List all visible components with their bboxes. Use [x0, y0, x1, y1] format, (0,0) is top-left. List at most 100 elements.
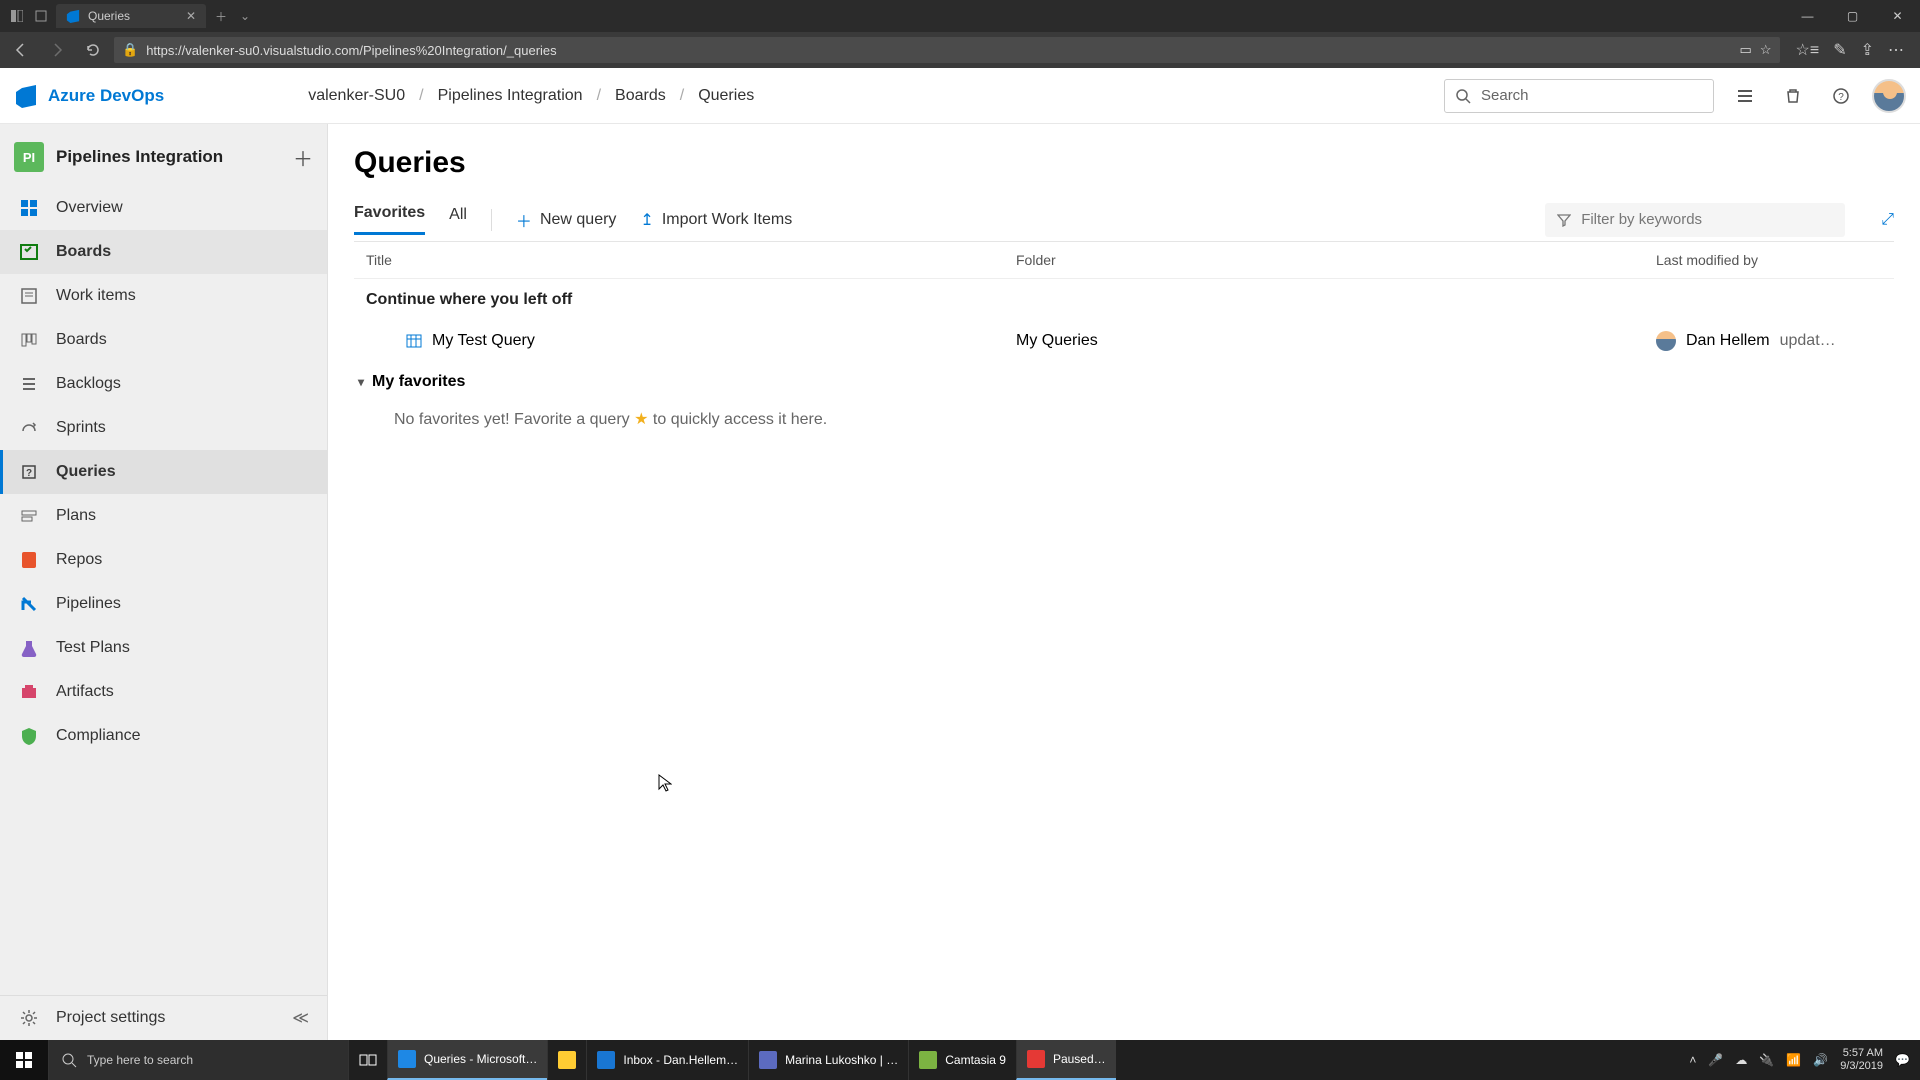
taskbar-app[interactable]: Inbox - Dan.Hellem… [586, 1040, 748, 1080]
nav-repos[interactable]: Repos [0, 538, 327, 582]
favorites-label: My favorites [372, 373, 465, 391]
column-folder[interactable]: Folder [1016, 252, 1656, 268]
reading-view-icon[interactable]: ▭ [1740, 42, 1752, 58]
compliance-icon [18, 725, 40, 747]
modified-suffix: updat… [1780, 332, 1836, 350]
breadcrumb-item[interactable]: valenker-SU0 [308, 87, 405, 105]
taskbar-app-label: Paused… [1053, 1052, 1106, 1066]
project-name[interactable]: Pipelines Integration [56, 147, 281, 167]
more-icon[interactable]: ⋯ [1888, 40, 1904, 60]
tray-mic-icon[interactable]: 🎤 [1708, 1053, 1723, 1067]
nav-test-plans[interactable]: Test Plans [0, 626, 327, 670]
nav-label: Artifacts [56, 683, 114, 701]
user-avatar[interactable] [1872, 79, 1906, 113]
sidebar-toggle-icon[interactable] [8, 7, 26, 25]
nav-boards-sub[interactable]: Boards [0, 318, 327, 362]
sidebar: PI Pipelines Integration ＋ Overview Boar… [0, 124, 328, 1040]
filter-input[interactable]: Filter by keywords [1545, 203, 1845, 237]
taskbar-app-label: Marina Lukoshko | … [785, 1053, 898, 1067]
taskbar-app[interactable]: Marina Lukoshko | … [748, 1040, 908, 1080]
import-work-items-button[interactable]: ↥ Import Work Items [640, 210, 792, 230]
notifications-icon[interactable]: 💬 [1895, 1053, 1910, 1067]
notes-icon[interactable]: ✎ [1833, 40, 1846, 60]
start-button[interactable] [0, 1040, 48, 1080]
tray-volume-icon[interactable]: 🔊 [1813, 1053, 1828, 1067]
new-tab-icon[interactable]: ＋ [212, 7, 230, 25]
breadcrumb-item[interactable]: Queries [698, 87, 754, 105]
query-row[interactable]: My Test Query My Queries Dan Hellem upda… [354, 321, 1894, 361]
tray-onedrive-icon[interactable]: ☁ [1735, 1053, 1747, 1067]
marketplace-icon[interactable] [1776, 79, 1810, 113]
clock-time: 5:57 AM [1840, 1047, 1883, 1060]
search-icon [61, 1052, 77, 1068]
taskbar-app[interactable]: Queries - Microsoft… [387, 1040, 547, 1080]
camtasia-icon [919, 1051, 937, 1069]
favorites-list-icon[interactable]: ☆≡ [1796, 40, 1820, 60]
search-icon [1455, 88, 1471, 104]
favorites-group[interactable]: ▾ My favorites [354, 361, 1894, 403]
collapse-sidebar-button[interactable]: ≪ [274, 1008, 327, 1028]
page-title: Queries [354, 146, 1894, 180]
taskbar-app[interactable]: Paused… [1016, 1040, 1116, 1080]
global-search-input[interactable]: Search [1444, 79, 1714, 113]
plus-icon: ＋ [516, 208, 532, 232]
plans-icon [18, 505, 40, 527]
fullscreen-button[interactable]: ⤢ [1881, 211, 1894, 229]
work-items-icon[interactable] [1728, 79, 1762, 113]
tab-menu-icon[interactable]: ⌄ [236, 7, 254, 25]
nav-backlogs[interactable]: Backlogs [0, 362, 327, 406]
favorite-icon[interactable]: ☆ [1760, 42, 1772, 58]
refresh-button[interactable] [78, 35, 108, 65]
share-icon[interactable]: ⇪ [1861, 40, 1874, 60]
url-text: https://valenker-su0.visualstudio.com/Pi… [146, 43, 556, 58]
tray-power-icon[interactable]: 🔌 [1759, 1053, 1774, 1067]
column-modified-by[interactable]: Last modified by [1656, 252, 1882, 268]
browser-addressbar: 🔒 https://valenker-su0.visualstudio.com/… [0, 32, 1920, 68]
task-view-button[interactable] [348, 1040, 387, 1080]
tabs-icon[interactable] [32, 7, 50, 25]
url-input[interactable]: 🔒 https://valenker-su0.visualstudio.com/… [114, 37, 1780, 63]
forward-button[interactable] [42, 35, 72, 65]
nav-sprints[interactable]: Sprints [0, 406, 327, 450]
nav-label: Compliance [56, 727, 140, 745]
nav-plans[interactable]: Plans [0, 494, 327, 538]
nav-work-items[interactable]: Work items [0, 274, 327, 318]
add-project-button[interactable]: ＋ [293, 143, 313, 172]
repos-icon [18, 549, 40, 571]
action-label: New query [540, 211, 616, 229]
product-logo[interactable]: Azure DevOps [14, 84, 164, 108]
nav-boards[interactable]: Boards [0, 230, 327, 274]
tab-favorites[interactable]: Favorites [354, 204, 425, 235]
tray-wifi-icon[interactable]: 📶 [1786, 1053, 1801, 1067]
taskbar-app[interactable] [547, 1040, 586, 1080]
nav-project-settings[interactable]: Project settings [0, 996, 274, 1040]
new-query-button[interactable]: ＋ New query [516, 208, 617, 232]
nav-overview[interactable]: Overview [0, 186, 327, 230]
maximize-button[interactable]: ▢ [1830, 0, 1875, 32]
breadcrumb-item[interactable]: Pipelines Integration [438, 87, 583, 105]
nav-artifacts[interactable]: Artifacts [0, 670, 327, 714]
edge-icon [398, 1050, 416, 1068]
browser-tab[interactable]: Queries ✕ [56, 4, 206, 28]
taskbar-search[interactable]: Type here to search [48, 1040, 348, 1080]
nav-queries[interactable]: ? Queries [0, 450, 327, 494]
column-title[interactable]: Title [366, 252, 1016, 268]
taskbar-clock[interactable]: 5:57 AM 9/3/2019 [1840, 1047, 1883, 1073]
recorder-icon [1027, 1050, 1045, 1068]
gear-icon [18, 1007, 40, 1029]
close-window-button[interactable]: ✕ [1875, 0, 1920, 32]
breadcrumb-item[interactable]: Boards [615, 87, 666, 105]
taskbar-app[interactable]: Camtasia 9 [908, 1040, 1016, 1080]
minimize-button[interactable]: — [1785, 0, 1830, 32]
outlook-icon [597, 1051, 615, 1069]
query-icon [406, 333, 422, 349]
help-icon[interactable]: ? [1824, 79, 1858, 113]
nav-pipelines[interactable]: Pipelines [0, 582, 327, 626]
tray-chevron-icon[interactable]: ˄ [1689, 1053, 1696, 1067]
system-tray[interactable]: ˄ 🎤 ☁ 🔌 📶 🔊 5:57 AM 9/3/2019 💬 [1679, 1047, 1920, 1073]
explorer-icon [558, 1051, 576, 1069]
nav-compliance[interactable]: Compliance [0, 714, 327, 758]
close-tab-icon[interactable]: ✕ [186, 9, 196, 23]
back-button[interactable] [6, 35, 36, 65]
tab-all[interactable]: All [449, 206, 467, 234]
